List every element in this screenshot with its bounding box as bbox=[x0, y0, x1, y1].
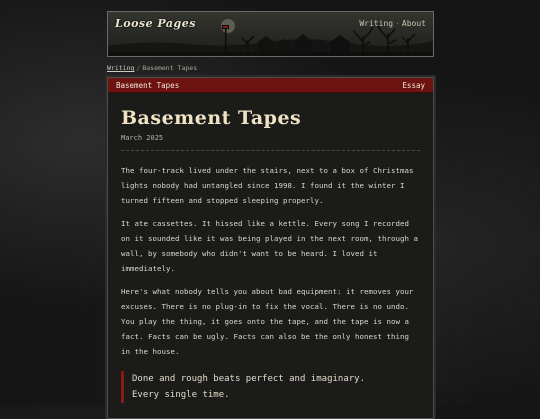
page-wrapper: Loose Pages Writing · About Writing / Baseme… bbox=[107, 11, 434, 419]
article-card: Basement Tapes Essay Basement Tapes Marc… bbox=[107, 77, 434, 419]
article-paragraph: It ate cassettes. It hissed like a kettl… bbox=[121, 219, 418, 273]
breadcrumb-separator: / bbox=[136, 64, 141, 72]
nav-link-about[interactable]: About bbox=[402, 19, 426, 28]
card-title-bar: Basement Tapes Essay bbox=[108, 78, 433, 93]
site-title[interactable]: Loose Pages bbox=[115, 17, 196, 30]
breadcrumb-parent-link[interactable]: Writing bbox=[107, 64, 134, 72]
article-date: March 2025 bbox=[121, 134, 164, 142]
article-paragraph: The four-track lived under the stairs, n… bbox=[121, 166, 414, 205]
article-body: Basement Tapes March 2025 The four-track… bbox=[108, 107, 433, 403]
site-header: Loose Pages Writing · About bbox=[107, 11, 434, 57]
nav-link-writing[interactable]: Writing bbox=[359, 19, 393, 28]
card-category-label: Essay bbox=[402, 80, 425, 90]
card-bar-title: Basement Tapes bbox=[116, 80, 180, 90]
article-paragraph: Here's what nobody tells you about bad e… bbox=[121, 287, 414, 356]
pull-quote-line: Done and rough beats perfect and imagina… bbox=[132, 374, 365, 384]
nav-separator: · bbox=[395, 19, 400, 28]
article-title: Basement Tapes bbox=[121, 107, 302, 129]
pull-quote: Done and rough beats perfect and imagina… bbox=[121, 371, 420, 403]
title-divider bbox=[121, 150, 420, 151]
main-nav: Writing · About bbox=[359, 19, 426, 28]
breadcrumb-current: Basement Tapes bbox=[142, 64, 198, 72]
pull-quote-line: Every single time. bbox=[132, 390, 230, 400]
breadcrumb: Writing / Basement Tapes bbox=[107, 64, 434, 72]
